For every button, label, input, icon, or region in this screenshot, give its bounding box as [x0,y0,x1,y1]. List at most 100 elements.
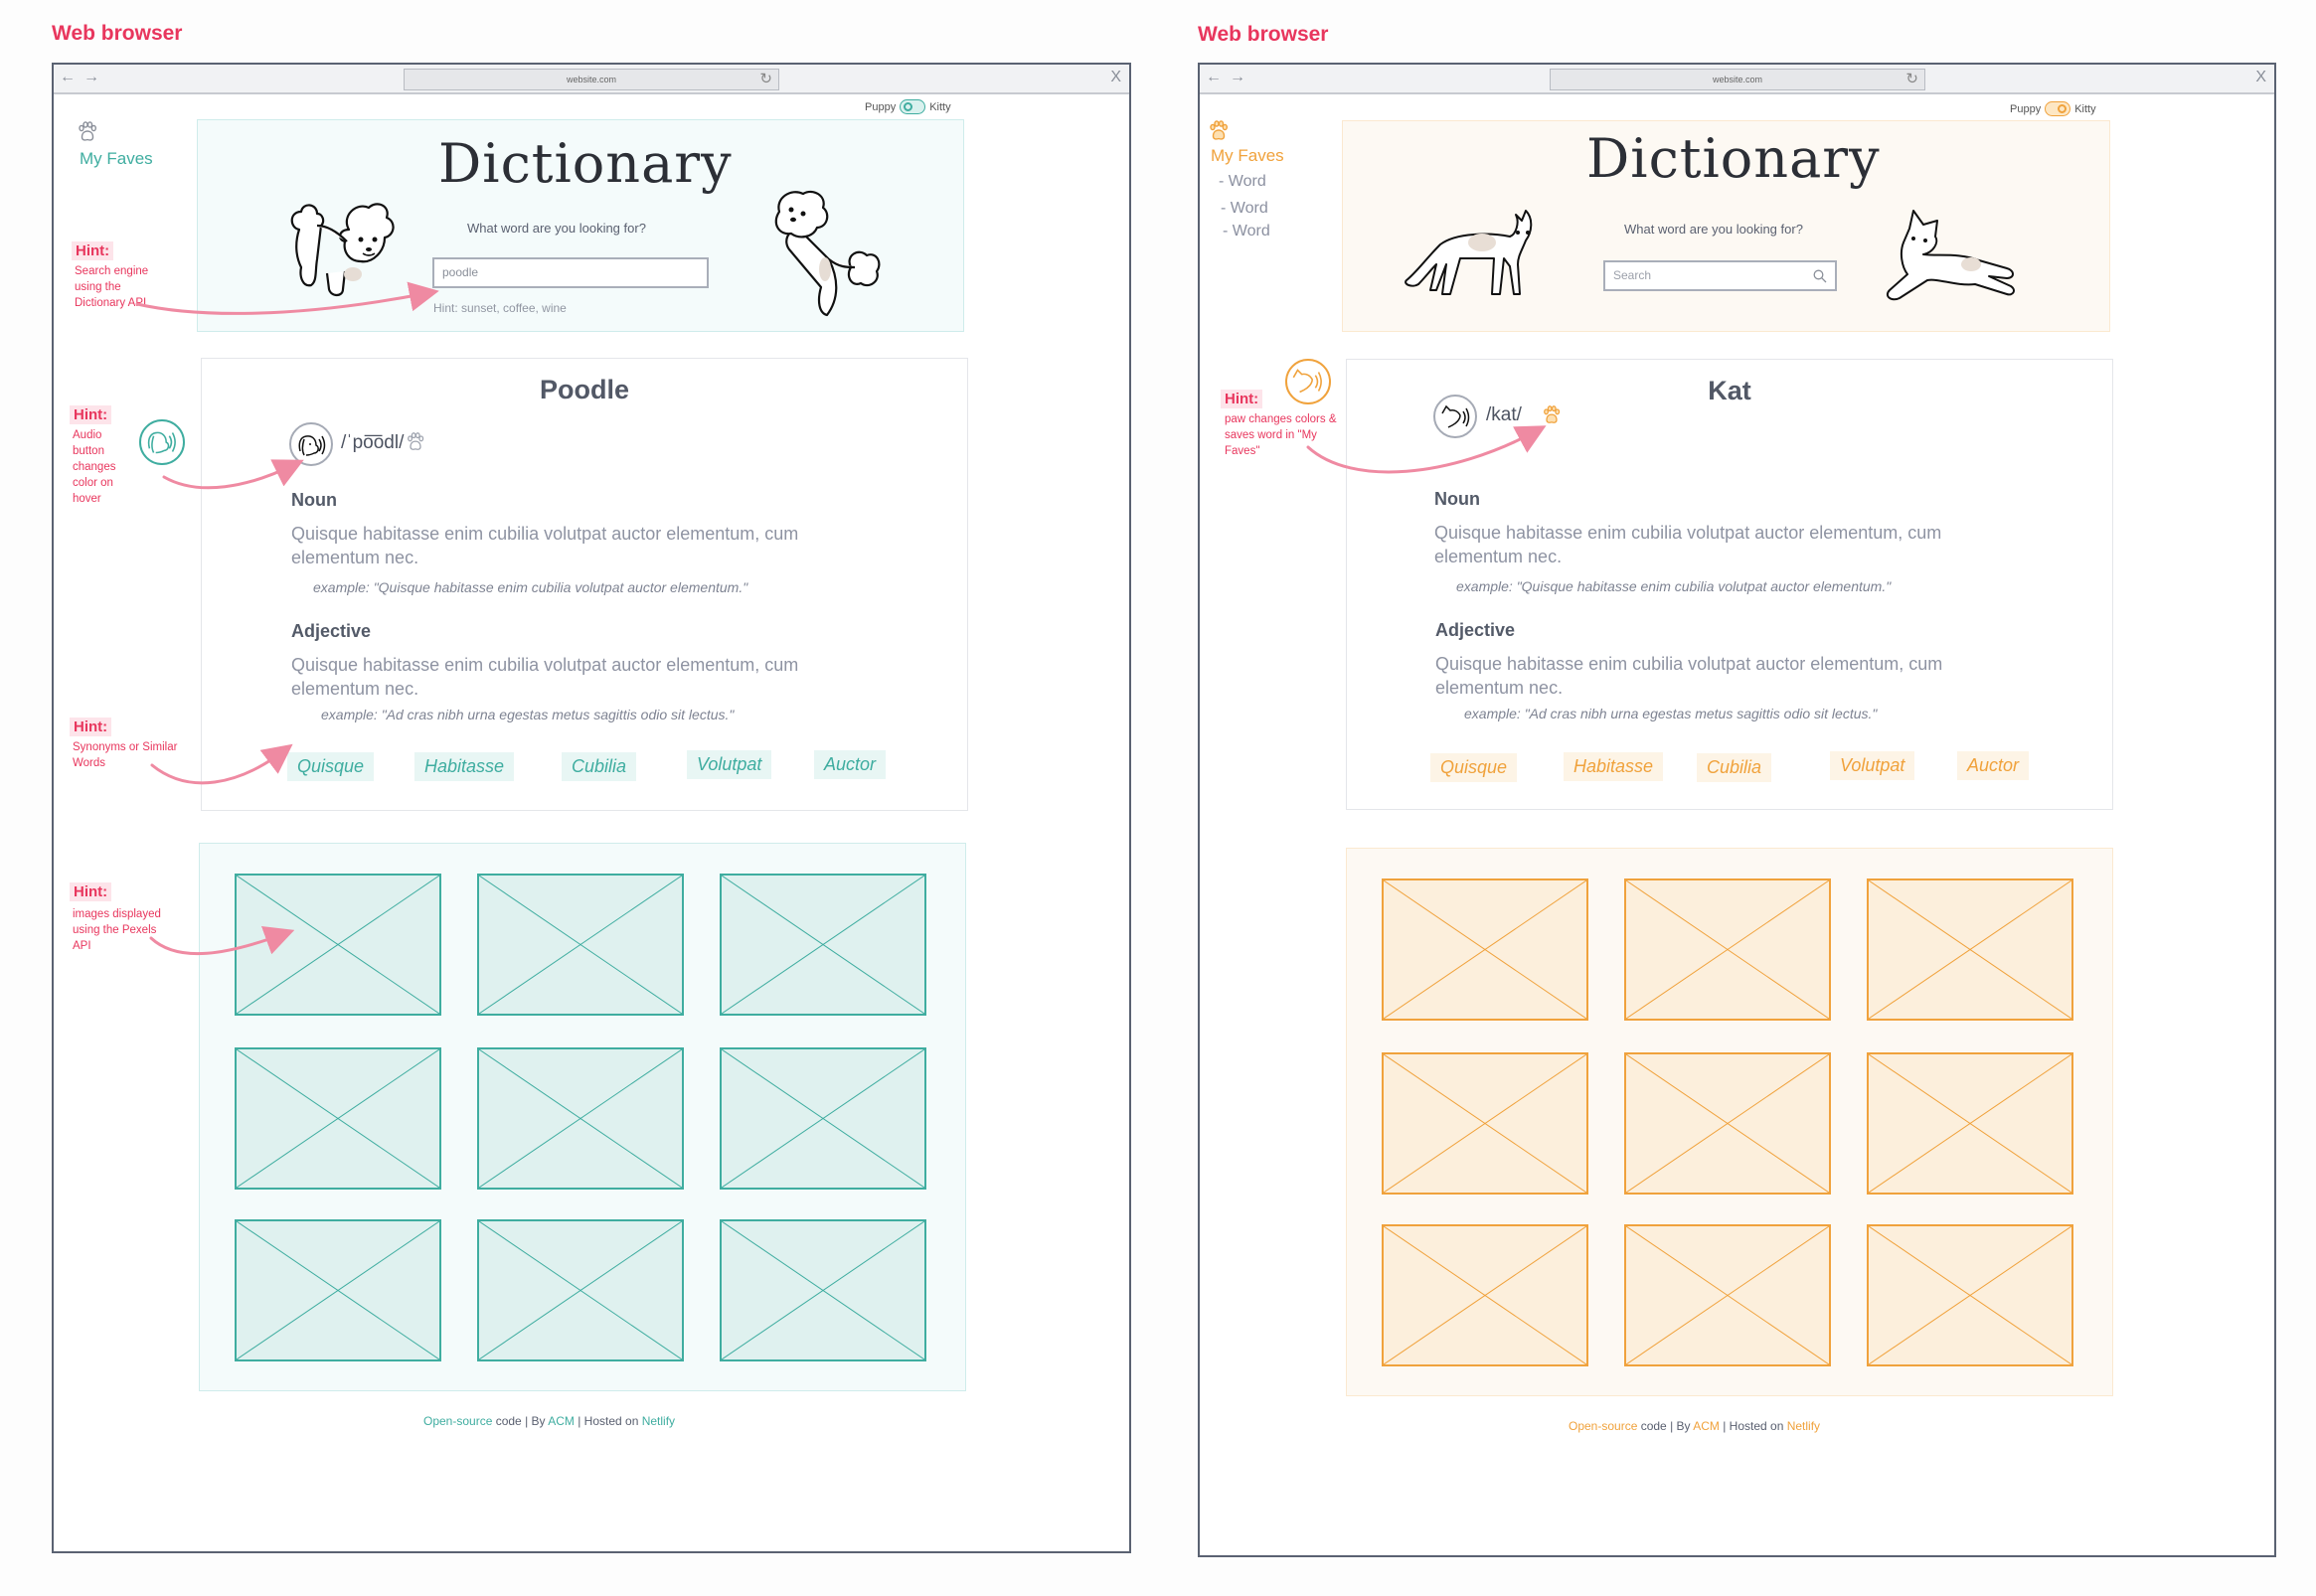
image-placeholder[interactable] [720,1219,926,1361]
footer-netlify-link[interactable]: Netlify [642,1414,675,1428]
image-placeholder[interactable] [1624,1224,1831,1366]
forward-arrow-icon[interactable]: → [83,69,99,86]
image-placeholder[interactable] [235,1047,441,1190]
hint-tag: Hint: [1221,390,1263,408]
image-placeholder[interactable] [1624,1052,1831,1195]
reload-icon[interactable]: ↻ [1905,70,1918,89]
image-placeholder[interactable] [1624,878,1831,1021]
reload-icon[interactable]: ↻ [759,70,772,89]
synonym-chip[interactable]: Auctor [814,750,887,779]
search-icon[interactable] [1813,266,1827,292]
site-title: Dictionary [1586,127,1881,190]
synonym-chip[interactable]: Quisque [287,752,375,781]
synonym-chip[interactable]: Volutpat [1830,751,1915,780]
browser-toolbar: ← → website.com ↻ X [1200,65,2274,94]
fave-word-item[interactable]: - Word [1221,200,1268,218]
hero-section: Dictionary What word are you looking for… [197,119,964,332]
example-adjective: example: "Ad cras nibh urna egestas metu… [321,707,735,722]
paw-icon [1209,120,1229,148]
search-hint: Hint: sunset, coffee, wine [433,301,567,315]
hint-search-text: Search engine using the Dictionary API [75,265,149,309]
back-arrow-icon[interactable]: ← [60,69,76,86]
footer-text: code | By [492,1414,549,1428]
fave-word-item[interactable]: - Word [1223,223,1270,240]
synonym-chip[interactable]: Quisque [1430,753,1518,782]
image-placeholder[interactable] [1867,878,2073,1021]
image-placeholder[interactable] [477,874,684,1016]
close-window-icon[interactable]: X [1110,69,1121,86]
image-placeholder[interactable] [477,1047,684,1190]
image-gallery [199,843,966,1391]
hint-audio-text: Audio button changes color on hover [73,429,116,505]
definition-adjective: Quisque habitasse enim cubilia volutpat … [291,655,799,699]
url-bar[interactable]: website.com ↻ [1550,69,1925,90]
forward-arrow-icon[interactable]: → [1230,69,1245,86]
hint-synonyms-text: Synonyms or Similar Words [73,741,178,769]
theme-toggle-row: Puppy Kitty [2010,101,2096,116]
part-of-speech-adjective: Adjective [291,621,372,641]
synonym-chip[interactable]: Habitasse [414,752,515,781]
theme-toggle[interactable] [900,99,926,114]
toggle-label-kitty: Kitty [2074,102,2096,115]
footer-acm-link[interactable]: ACM [548,1414,575,1428]
my-faves-link[interactable]: My Faves [80,149,153,169]
synonym-chip[interactable]: Cubilia [562,752,637,781]
toggle-label-kitty: Kitty [929,100,951,113]
image-placeholder[interactable] [1867,1224,2073,1366]
part-of-speech-noun: Noun [291,490,337,510]
synonym-chip[interactable]: Cubilia [1697,753,1772,782]
fave-word-item[interactable]: - Word [1219,173,1266,191]
audio-button[interactable] [1433,395,1477,438]
phonetic-text: /ˈpo͞odl/ [341,432,405,453]
image-placeholder[interactable] [1382,878,1588,1021]
browser-toolbar: ← → website.com ↻ X [54,65,1129,94]
footer-text: | Hosted on [574,1414,642,1428]
synonym-chip[interactable]: Volutpat [687,750,772,779]
image-placeholder[interactable] [720,1047,926,1190]
audio-button[interactable] [289,422,333,466]
favorite-paw-icon[interactable] [1542,405,1562,430]
search-input[interactable]: poodle [432,257,709,288]
definition-noun: Quisque habitasse enim cubilia volutpat … [291,524,799,567]
image-placeholder[interactable] [235,874,441,1016]
synonym-chip[interactable]: Habitasse [1564,752,1664,781]
poodle-walking-illustration [287,190,402,304]
image-gallery [1346,848,2113,1396]
image-placeholder[interactable] [477,1219,684,1361]
back-arrow-icon[interactable]: ← [1206,69,1222,86]
footer-netlify-link[interactable]: Netlify [1787,1419,1820,1433]
footer-open-source-link[interactable]: Open-source [1569,1419,1637,1433]
url-text: website.com [566,75,617,84]
image-placeholder[interactable] [1382,1052,1588,1195]
hint-tag: Hint: [72,241,114,260]
definition-noun: Quisque habitasse enim cubilia volutpat … [1434,523,1942,566]
close-window-icon[interactable]: X [2255,69,2266,86]
search-prompt: What word are you looking for? [467,221,646,236]
footer-open-source-link[interactable]: Open-source [423,1414,492,1428]
dog-speaker-icon [298,435,326,456]
image-placeholder[interactable] [235,1219,441,1361]
hint-paw-text: paw changes colors & saves word in "My F… [1225,413,1337,457]
part-of-speech-adjective: Adjective [1435,620,1516,640]
image-placeholder[interactable] [1867,1052,2073,1195]
footer: Open-source code | By ACM | Hosted on Ne… [1569,1419,1820,1433]
hint-tag: Hint: [70,882,112,901]
favorite-paw-icon[interactable] [406,432,425,457]
definition-card: Kat /kat/ Noun Quisque habitasse enim cu… [1346,359,2113,810]
my-faves-link[interactable]: My Faves [1211,146,1284,166]
footer-text: | Hosted on [1719,1419,1787,1433]
image-placeholder[interactable] [1382,1224,1588,1366]
frame-label-kitty: Web browser [1198,23,1329,46]
image-placeholder[interactable] [720,874,926,1016]
search-input[interactable]: Search [1603,260,1837,291]
search-input-value: poodle [442,265,479,279]
example-noun: example: "Quisque habitasse enim cubilia… [1456,578,1892,594]
theme-toggle[interactable] [2045,101,2071,116]
phonetic-text: /kat/ [1486,404,1522,425]
word-title: Poodle [539,375,629,404]
hint-tag: Hint: [70,405,112,424]
footer-acm-link[interactable]: ACM [1693,1419,1720,1433]
synonym-chip[interactable]: Auctor [1957,751,2030,780]
url-bar[interactable]: website.com ↻ [404,69,779,90]
site-title: Dictionary [438,132,733,195]
